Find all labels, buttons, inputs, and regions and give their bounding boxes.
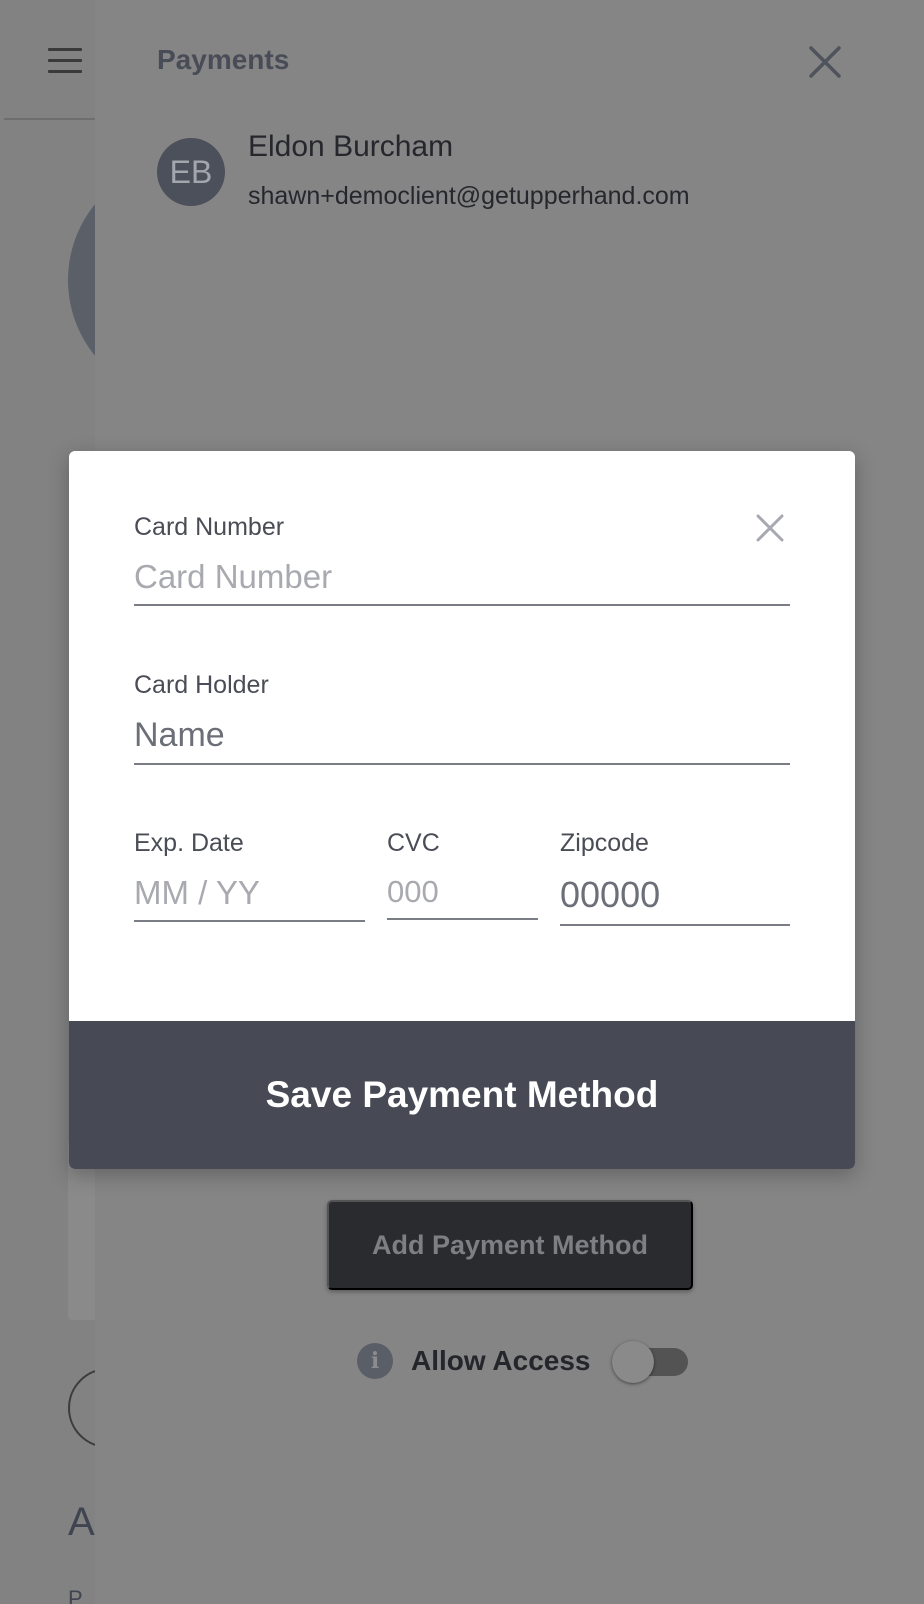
background-text-partial: P (68, 1586, 83, 1604)
drawer-title: Payments (157, 44, 290, 75)
close-icon[interactable] (807, 44, 843, 80)
background-heading-partial: A (68, 1500, 95, 1544)
add-payment-method-button[interactable]: Add Payment Method (327, 1200, 693, 1290)
client-email: shawn+democlient@getupperhand.com (248, 182, 690, 210)
card-holder-label: Card Holder (134, 671, 269, 699)
hamburger-menu-icon[interactable] (48, 48, 82, 74)
exp-date-input[interactable] (134, 870, 365, 922)
zipcode-input[interactable] (560, 870, 790, 926)
cvc-field: CVC (387, 829, 538, 920)
payment-method-modal: Card Number Card Holder Exp. Date CVC Zi… (69, 451, 855, 1169)
zipcode-label: Zipcode (560, 829, 649, 857)
toggle-thumb[interactable] (612, 1341, 655, 1383)
card-number-input[interactable] (134, 554, 790, 606)
cvc-label: CVC (387, 829, 440, 857)
header-divider (4, 118, 96, 120)
exp-date-field: Exp. Date (134, 829, 365, 922)
card-number-label: Card Number (134, 513, 285, 541)
exp-date-label: Exp. Date (134, 829, 244, 857)
card-number-field: Card Number (134, 513, 790, 606)
zipcode-field: Zipcode (560, 829, 790, 926)
client-name: Eldon Burcham (248, 130, 454, 163)
cvc-input[interactable] (387, 870, 538, 920)
card-holder-field: Card Holder (134, 671, 790, 765)
save-payment-method-button[interactable]: Save Payment Method (69, 1021, 855, 1169)
allow-access-row: i Allow Access (357, 1340, 692, 1383)
info-icon[interactable]: i (357, 1343, 393, 1379)
allow-access-label: Allow Access (411, 1345, 591, 1376)
allow-access-toggle[interactable] (612, 1341, 692, 1383)
client-avatar: EB (157, 138, 225, 206)
card-holder-input[interactable] (134, 712, 790, 765)
